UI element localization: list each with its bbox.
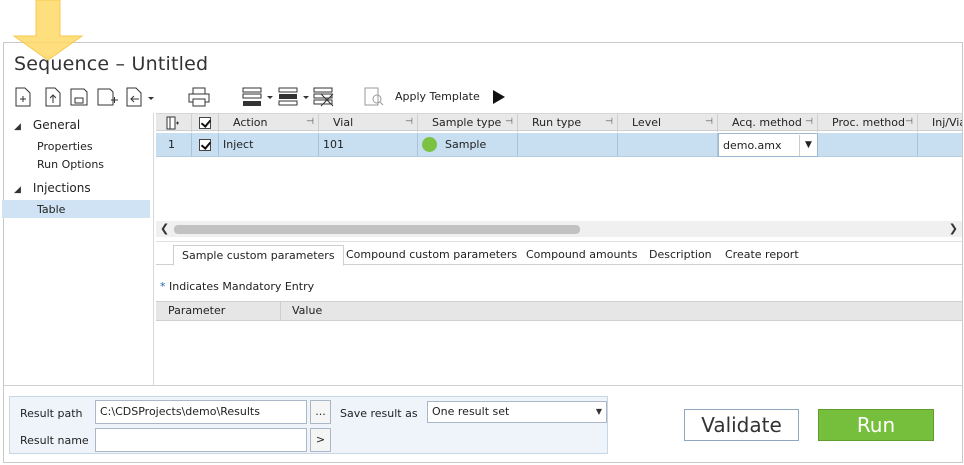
column-header-value[interactable]: Value — [292, 302, 322, 320]
divider — [4, 385, 962, 386]
result-name-input[interactable] — [95, 428, 307, 452]
scrollbar-thumb[interactable] — [174, 225, 580, 234]
tab-compound-amounts[interactable]: Compound amounts — [518, 245, 645, 266]
pin-icon[interactable]: ⊣ — [705, 114, 713, 131]
cell-acq-method-dropdown[interactable]: demo.amx ▼ — [718, 133, 818, 157]
save-result-as-select[interactable]: One result set ▼ — [427, 401, 607, 423]
table-row[interactable]: 1 Inject 101 Sample demo.amx ▼ — [156, 133, 962, 157]
fill-down-icon — [278, 87, 309, 106]
tree-item-properties[interactable]: Properties — [37, 140, 93, 153]
cell-proc-method[interactable] — [818, 133, 918, 157]
cell-inj-via[interactable] — [918, 133, 962, 157]
save-as-button[interactable] — [96, 85, 120, 109]
row-checkbox[interactable] — [192, 133, 219, 157]
pin-icon[interactable]: ⊣ — [905, 114, 913, 131]
horizontal-scrollbar[interactable]: ❮ ❯ — [156, 221, 962, 237]
navigation-tree: ◢ General Properties Run Options ◢ Injecti… — [2, 113, 154, 385]
chevron-down-icon[interactable]: ▼ — [799, 135, 817, 156]
tab-compound-custom-parameters[interactable]: Compound custom parameters — [338, 245, 525, 266]
cell-vial[interactable]: 101 — [319, 133, 418, 157]
column-header-level[interactable]: Level ⊣ — [618, 114, 718, 132]
browse-button[interactable]: ... — [310, 400, 331, 424]
collapse-triangle-icon[interactable]: ◢ — [14, 122, 21, 132]
run-button[interactable]: Run — [818, 409, 934, 441]
cell-sample-type[interactable]: Sample — [418, 133, 518, 157]
grid-header: Action ⊣ Vial ⊣ Sample type ⊣ Run type ⊣ Lev… — [156, 113, 962, 132]
cell-run-type[interactable] — [518, 133, 618, 157]
result-path-label: Result path — [20, 407, 83, 420]
tree-item-run-options[interactable]: Run Options — [37, 158, 104, 171]
column-header-proc-method[interactable]: Proc. method ⊣ — [818, 114, 918, 132]
column-chooser-button[interactable] — [156, 114, 192, 132]
pin-icon[interactable]: ⊣ — [605, 114, 613, 131]
column-divider — [280, 302, 281, 320]
export-icon — [126, 87, 154, 107]
tab-create-report[interactable]: Create report — [717, 245, 807, 266]
toolbar — [4, 83, 962, 111]
tree-group-injections[interactable]: ◢ Injections — [14, 181, 91, 195]
parameter-table-header: Parameter Value — [156, 301, 962, 321]
chevron-down-icon[interactable]: ▼ — [596, 402, 602, 422]
new-button[interactable] — [12, 85, 34, 109]
sequence-window: Sequence – Untitled Apply Template ◢ Gen… — [2, 42, 963, 463]
tree-group-general[interactable]: ◢ General — [14, 118, 80, 132]
column-chooser-icon — [166, 116, 179, 130]
pin-icon[interactable]: ⊣ — [505, 114, 513, 131]
column-header-vial[interactable]: Vial ⊣ — [319, 114, 418, 132]
result-panel: Result path C:\CDSProjects\demo\Results … — [9, 396, 608, 454]
sample-status-dot-icon — [422, 136, 437, 152]
cell-level[interactable] — [618, 133, 718, 157]
injection-grid: Action ⊣ Vial ⊣ Sample type ⊣ Run type ⊣ Lev… — [156, 113, 962, 239]
insert-rows-button[interactable] — [240, 85, 276, 109]
print-button[interactable] — [186, 85, 212, 109]
scroll-right-icon[interactable]: ❯ — [949, 221, 958, 237]
pin-icon[interactable]: ⊣ — [306, 114, 314, 131]
import-icon — [45, 87, 61, 107]
new-icon — [15, 87, 31, 107]
apply-template-button[interactable]: Apply Template — [395, 90, 480, 103]
pin-icon[interactable]: ⊣ — [805, 114, 813, 131]
fill-down-button[interactable] — [276, 85, 312, 109]
import-button[interactable] — [42, 85, 64, 109]
result-name-label: Result name — [20, 434, 89, 447]
run-play-icon — [493, 90, 505, 104]
checkbox-checked-icon — [199, 139, 211, 151]
column-header-parameter[interactable]: Parameter — [168, 302, 225, 320]
result-path-input[interactable]: C:\CDSProjects\demo\Results — [95, 400, 307, 424]
row-index: 1 — [156, 133, 192, 157]
save-as-icon — [97, 88, 118, 106]
column-header-acq-method[interactable]: Acq. method ⊣ — [718, 114, 818, 132]
save-result-as-label: Save result as — [340, 407, 418, 420]
column-header-action[interactable]: Action ⊣ — [219, 114, 319, 132]
delete-rows-button[interactable] — [312, 85, 336, 109]
collapse-triangle-icon[interactable]: ◢ — [14, 185, 21, 195]
template-icon — [364, 87, 384, 106]
scroll-left-icon[interactable]: ❮ — [160, 221, 169, 237]
tree-selection-highlight — [2, 200, 150, 218]
tree-item-table[interactable]: Table — [37, 203, 65, 216]
mandatory-note: * Indicates Mandatory Entry — [160, 280, 315, 293]
validate-button[interactable]: Validate — [684, 409, 799, 441]
pin-icon[interactable]: ⊣ — [405, 114, 413, 131]
save-icon — [70, 88, 88, 106]
select-all-checkbox[interactable] — [192, 114, 219, 132]
result-name-options-button[interactable]: > — [310, 428, 331, 452]
cell-action[interactable]: Inject — [219, 133, 319, 157]
template-button[interactable] — [362, 85, 386, 109]
run-play-button[interactable] — [490, 85, 508, 109]
delete-rows-icon — [313, 87, 334, 107]
checkbox-checked-icon — [199, 117, 211, 129]
column-header-sample-type[interactable]: Sample type ⊣ — [418, 114, 518, 132]
column-header-inj-via[interactable]: Inj/Via — [918, 114, 962, 132]
detail-tabs: Sample custom parameters Compound custom… — [156, 241, 962, 266]
save-button[interactable] — [68, 85, 90, 109]
highlight-arrow-icon — [12, 0, 84, 61]
print-icon — [188, 87, 210, 107]
column-header-run-type[interactable]: Run type ⊣ — [518, 114, 618, 132]
tab-description[interactable]: Description — [641, 245, 720, 266]
export-button[interactable] — [124, 85, 158, 109]
tab-sample-custom-parameters[interactable]: Sample custom parameters — [173, 245, 344, 266]
insert-rows-icon — [242, 87, 273, 106]
